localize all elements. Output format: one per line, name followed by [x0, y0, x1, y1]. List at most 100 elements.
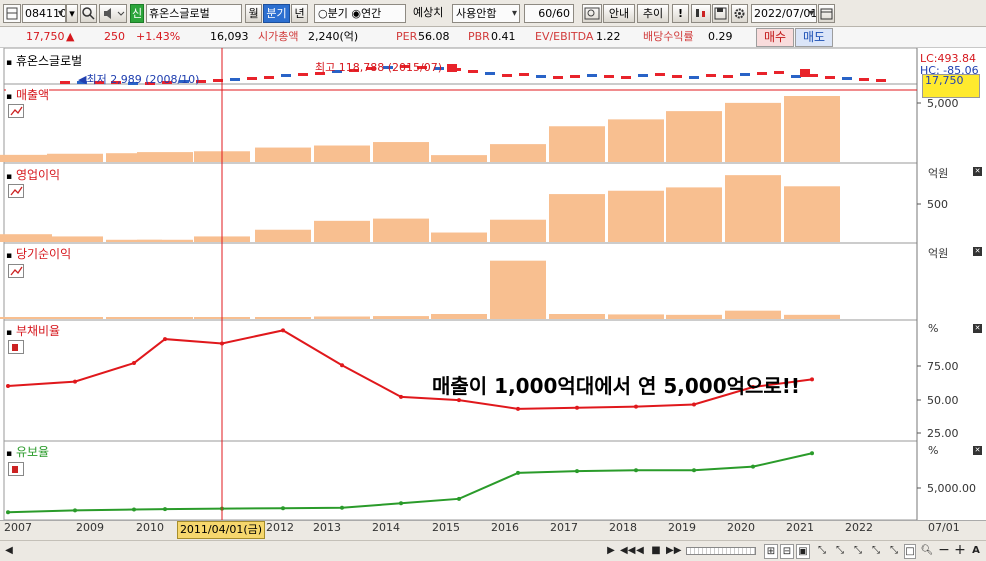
bar-2012: [255, 317, 311, 319]
point-2019: [692, 468, 696, 473]
point-2013: [340, 363, 344, 368]
radio-quarter[interactable]: ○: [318, 7, 328, 20]
period-quarter-button[interactable]: 분기: [263, 4, 290, 23]
menu-icon[interactable]: ▪: [6, 328, 12, 338]
alert-button[interactable]: !: [672, 4, 689, 23]
x-axis-label: 2014: [372, 521, 400, 534]
bar-2007: [0, 317, 52, 319]
bar-2017: [549, 126, 605, 162]
forward-icon[interactable]: ▶▶: [666, 544, 681, 559]
menu-icon[interactable]: ▪: [6, 449, 12, 459]
data-count-field[interactable]: 60/60: [524, 4, 574, 23]
zoom-out-icon[interactable]: 🔍︎: [920, 544, 934, 559]
point-2021: [810, 377, 814, 382]
radio-annual-label: 연간: [360, 7, 382, 20]
minus-icon[interactable]: −: [938, 543, 950, 559]
menu-icon[interactable]: ▪: [6, 58, 12, 68]
menu-icon[interactable]: ▪: [6, 251, 12, 261]
save-button[interactable]: [712, 4, 729, 23]
stock-code-input[interactable]: 084110: [22, 4, 66, 23]
menu-icon[interactable]: ▪: [6, 172, 12, 182]
chart-canvas[interactable]: 5,000 500 75.00 50.00 25.00 5,000.00 매출이 1,00…: [0, 47, 986, 521]
point-2009: [132, 361, 136, 366]
sound-button[interactable]: [99, 4, 127, 23]
chart-type-icon[interactable]: [8, 104, 24, 118]
plus-icon[interactable]: +: [954, 543, 966, 559]
bar-2013: [314, 220, 370, 242]
date-field[interactable]: 2022/07/01: [751, 4, 817, 23]
price-candle: [281, 74, 291, 77]
bar-2013: [314, 145, 370, 162]
close-panel-icon[interactable]: ✕: [973, 446, 982, 455]
rewind-icon[interactable]: ◀◀: [620, 544, 635, 559]
prev-icon[interactable]: ◀: [634, 544, 646, 559]
point-2013: [340, 505, 344, 510]
chart-type-icon[interactable]: [8, 462, 24, 476]
bar-2015: [431, 232, 487, 242]
menu-icon[interactable]: ▪: [6, 92, 12, 102]
chart-type-icon[interactable]: [8, 184, 24, 198]
price-candle-recent: [800, 69, 810, 77]
revenue-panel-title: ▪ 매출액: [6, 86, 50, 103]
code-dropdown-button[interactable]: ▾: [66, 4, 78, 23]
close-panel-icon[interactable]: ✕: [973, 247, 982, 256]
gear-icon: [734, 8, 745, 19]
guide-button[interactable]: 안내: [603, 4, 635, 23]
point-2008: [73, 379, 77, 384]
chart-type-icon[interactable]: [8, 264, 24, 278]
up-arrow-icon: ▲: [66, 30, 75, 43]
debt-ratio-panel-title: ▪ 부채비율: [6, 322, 61, 339]
period-year-button[interactable]: 년: [291, 4, 308, 23]
bar-2019: [666, 187, 722, 242]
close-panel-icon[interactable]: ✕: [973, 324, 982, 333]
x-axis-label: 2019: [668, 521, 696, 534]
buy-button[interactable]: 매수: [756, 28, 794, 47]
chart-tool-icon[interactable]: ⊟: [780, 544, 794, 559]
price-candle: [655, 73, 665, 76]
scroll-right-arrow-icon[interactable]: ▶: [606, 544, 616, 559]
draw-tool-icon[interactable]: ⤡: [886, 544, 902, 559]
draw-tool-icon[interactable]: ⤡: [850, 544, 866, 559]
search-button[interactable]: [80, 4, 97, 23]
tool-icon[interactable]: [3, 4, 21, 23]
price-low-label: ◀최저 2,989 (2008/10): [78, 71, 199, 87]
estimate-select[interactable]: 사용안함: [452, 4, 520, 23]
point-2021: [810, 451, 814, 456]
calendar-button[interactable]: [818, 4, 835, 23]
chart-area[interactable]: 5,000 500 75.00 50.00 25.00 5,000.00 매출이 1,00…: [0, 47, 986, 521]
draw-tool-icon[interactable]: ⤡: [832, 544, 848, 559]
zoom-button[interactable]: [582, 4, 602, 23]
period-month-button[interactable]: 월: [245, 4, 262, 23]
bar-2008: [47, 317, 103, 319]
stop-icon[interactable]: ■: [650, 544, 662, 559]
trend-button[interactable]: 추이: [637, 4, 669, 23]
scroll-left-arrow-icon[interactable]: ◀: [4, 544, 14, 559]
price-candle: [638, 74, 648, 77]
zoom-slider[interactable]: [686, 547, 756, 555]
x-axis-label: 2021: [786, 521, 814, 534]
candle-settings-button[interactable]: [691, 4, 711, 23]
text-tool-icon[interactable]: A: [970, 544, 982, 559]
price-high-label: 최고 118,788 (2015/07): [315, 61, 443, 74]
draw-tool-icon[interactable]: ⤡: [814, 544, 830, 559]
settings-button[interactable]: [731, 4, 748, 23]
fullscreen-icon[interactable]: □: [904, 544, 916, 559]
stock-name-field[interactable]: 휴온스글로벌: [146, 4, 242, 23]
bar-2014: [373, 316, 429, 319]
draw-tool-icon[interactable]: ⤡: [868, 544, 884, 559]
bar-2007: [0, 234, 52, 242]
radio-annual[interactable]: ◉: [351, 7, 361, 20]
candle-icon: [696, 9, 705, 17]
chart-tool-icon[interactable]: ⊞: [764, 544, 778, 559]
info-bar: 17,750 ▲ 250 +1.43% 16,093 시가총액 2,240(억)…: [0, 27, 986, 48]
sell-button[interactable]: 매도: [795, 28, 833, 47]
per-label: PER: [396, 30, 418, 43]
chart-tool-icon[interactable]: ▣: [796, 544, 810, 559]
close-panel-icon[interactable]: ✕: [973, 167, 982, 176]
chart-type-icon[interactable]: [8, 340, 24, 354]
bar-2014: [373, 218, 429, 242]
point-2016: [516, 406, 520, 411]
price-change-pct: +1.43%: [136, 30, 181, 43]
price-candle: [672, 75, 682, 78]
net-income-title-text: 당기순이익: [15, 247, 72, 261]
